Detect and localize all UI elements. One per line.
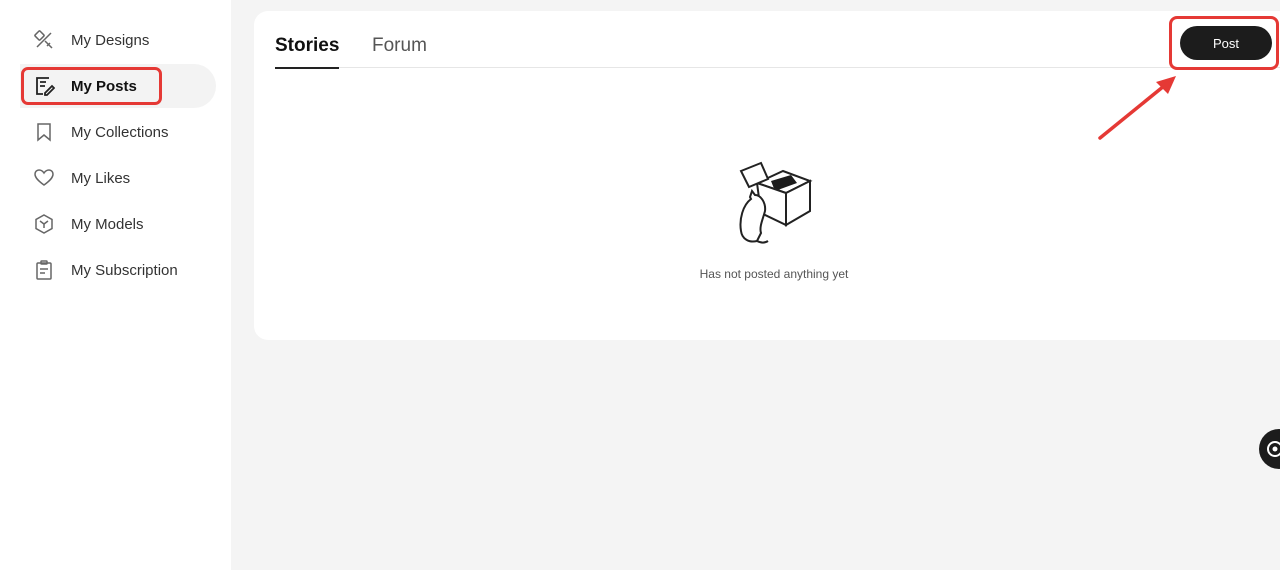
sidebar-item-my-likes[interactable]: My Likes [20, 156, 216, 200]
cube-icon [33, 213, 55, 235]
sidebar-item-my-designs[interactable]: My Designs [20, 18, 216, 62]
empty-box-cat-illustration [739, 161, 813, 244]
sidebar-item-label: My Models [71, 215, 144, 233]
posts-card: Stories Forum Post Has not posted anythi… [254, 11, 1280, 340]
bookmark-icon [33, 121, 55, 143]
heart-icon [33, 167, 55, 189]
sidebar-item-my-collections[interactable]: My Collections [20, 110, 216, 154]
sidebar-item-label: My Posts [71, 77, 137, 95]
designs-icon [33, 29, 55, 51]
clipboard-icon [33, 259, 55, 281]
tab-forum[interactable]: Forum [372, 35, 427, 67]
post-button[interactable]: Post [1180, 26, 1272, 60]
sidebar-item-label: My Designs [71, 31, 150, 49]
sidebar-item-label: My Collections [71, 123, 169, 141]
tab-stories[interactable]: Stories [275, 35, 340, 69]
floating-support-button[interactable] [1259, 429, 1280, 469]
sidebar-item-my-subscription[interactable]: My Subscription [20, 248, 216, 292]
sidebar-item-label: My Likes [71, 169, 131, 187]
sidebar-item-my-models[interactable]: My Models [20, 202, 216, 246]
support-icon [1267, 441, 1280, 457]
edit-post-icon [33, 75, 55, 97]
sidebar-item-my-posts[interactable]: My Posts [20, 64, 216, 108]
empty-state-message: Has not posted anything yet [699, 267, 849, 281]
tab-bar: Stories Forum [275, 11, 1280, 69]
sidebar-item-label: My Subscription [71, 261, 178, 279]
sidebar: My Designs My Posts My Collections My Li… [0, 0, 231, 570]
